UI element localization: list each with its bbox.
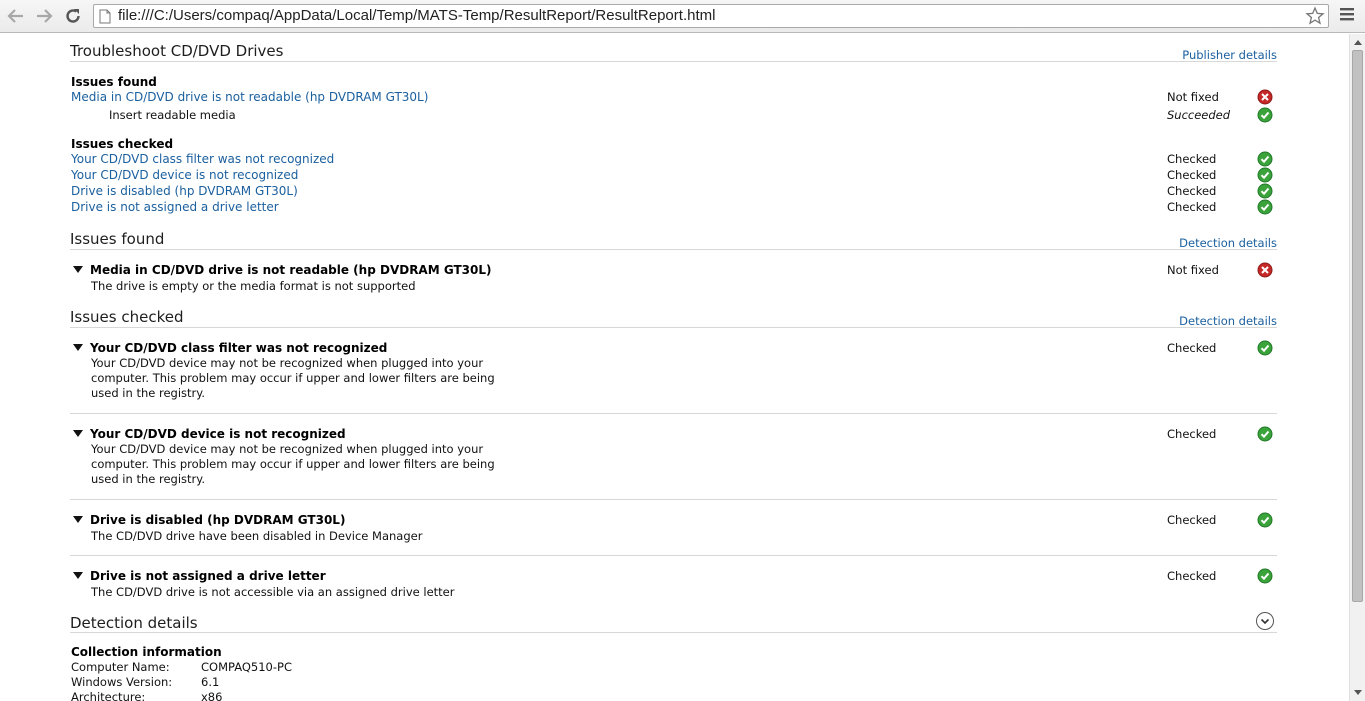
status-text: Checked (1167, 200, 1217, 214)
issues-checked-heading: Issues checked (71, 137, 174, 151)
status-text: Not fixed (1167, 263, 1219, 277)
issues-found-heading: Issues found (71, 75, 157, 89)
status-text: Checked (1167, 184, 1217, 198)
check-icon (1257, 426, 1273, 442)
error-icon (1257, 89, 1273, 105)
issues-found-section-title: Issues found (70, 230, 165, 248)
collapse-triangle-icon[interactable] (73, 516, 83, 523)
bookmark-star-icon[interactable] (1305, 6, 1325, 26)
scroll-thumb[interactable] (1352, 50, 1363, 602)
browser-toolbar: file:///C:/Users/compaq/AppData/Local/Te… (0, 0, 1365, 33)
summary-found-link[interactable]: Media in CD/DVD drive is not readable (h… (71, 90, 428, 104)
collapse-triangle-icon[interactable] (73, 266, 83, 273)
reload-button[interactable] (62, 5, 84, 27)
info-key: Computer Name: (71, 660, 170, 674)
check-icon (1257, 340, 1273, 356)
page-icon (99, 9, 111, 24)
divider (70, 249, 1277, 250)
issue-description: The CD/DVD drive have been disabled in D… (91, 529, 423, 543)
status-text: Checked (1167, 427, 1217, 441)
summary-checked-link[interactable]: Your CD/DVD device is not recognized (71, 168, 298, 182)
expand-chevron-icon[interactable] (1256, 612, 1274, 630)
issues-checked-section-title: Issues checked (70, 308, 184, 326)
publisher-details-link[interactable]: Publisher details (1182, 48, 1277, 62)
summary-checked-link[interactable]: Drive is disabled (hp DVDRAM GT30L) (71, 184, 298, 198)
issue-title[interactable]: Media in CD/DVD drive is not readable (h… (90, 263, 492, 277)
status-text: Not fixed (1167, 90, 1219, 104)
check-icon (1257, 199, 1273, 215)
info-value: x86 (201, 690, 223, 701)
check-icon (1257, 107, 1273, 123)
status-text: Checked (1167, 569, 1217, 583)
issue-description: Your CD/DVD device may not be recognized… (91, 442, 495, 486)
forward-button[interactable] (33, 5, 55, 27)
reload-icon (66, 9, 80, 23)
fix-label: Insert readable media (109, 108, 236, 122)
summary-checked-link[interactable]: Your CD/DVD class filter was not recogni… (71, 152, 334, 166)
divider (70, 499, 1277, 500)
forward-arrow-icon (37, 9, 53, 23)
back-button[interactable] (5, 5, 27, 27)
check-icon (1257, 167, 1273, 183)
menu-icon[interactable] (1339, 6, 1355, 22)
status-text: Checked (1167, 341, 1217, 355)
issue-title[interactable]: Your CD/DVD class filter was not recogni… (90, 341, 387, 355)
collapse-triangle-icon[interactable] (73, 430, 83, 437)
divider (70, 327, 1277, 328)
info-value: COMPAQ510-PC (201, 660, 292, 674)
info-key: Windows Version: (71, 675, 173, 689)
address-bar[interactable]: file:///C:/Users/compaq/AppData/Local/Te… (93, 4, 1329, 28)
issue-description: The CD/DVD drive is not accessible via a… (91, 585, 455, 599)
collapse-triangle-icon[interactable] (73, 344, 83, 351)
detection-details-link[interactable]: Detection details (1179, 314, 1277, 328)
scroll-down-icon[interactable] (1354, 690, 1362, 695)
collection-heading: Collection information (71, 645, 222, 659)
issue-description: Your CD/DVD device may not be recognized… (91, 356, 495, 400)
issue-title[interactable]: Your CD/DVD device is not recognized (90, 427, 346, 441)
summary-checked-link[interactable]: Drive is not assigned a drive letter (71, 200, 279, 214)
detection-details-link[interactable]: Detection details (1179, 236, 1277, 250)
error-icon (1257, 262, 1273, 278)
status-text: Checked (1167, 152, 1217, 166)
status-text: Checked (1167, 513, 1217, 527)
check-icon (1257, 151, 1273, 167)
divider (70, 61, 1277, 62)
detection-details-title: Detection details (70, 614, 198, 632)
vertical-scrollbar[interactable] (1349, 34, 1365, 701)
info-key: Architecture: (71, 690, 146, 701)
issue-description: The drive is empty or the media format i… (91, 279, 416, 293)
back-arrow-icon (7, 9, 23, 23)
report-title: Troubleshoot CD/DVD Drives (70, 42, 284, 60)
check-icon (1257, 568, 1273, 584)
chevron-down-icon (1260, 618, 1270, 625)
divider (70, 413, 1277, 414)
issue-title[interactable]: Drive is not assigned a drive letter (90, 569, 326, 583)
collapse-triangle-icon[interactable] (73, 572, 83, 579)
fix-status: Succeeded (1167, 108, 1231, 122)
status-text: Checked (1167, 168, 1217, 182)
url-text: file:///C:/Users/compaq/AppData/Local/Te… (118, 7, 716, 24)
info-value: 6.1 (201, 675, 220, 689)
divider (70, 555, 1277, 556)
scroll-up-icon[interactable] (1354, 40, 1362, 45)
report-page: Troubleshoot CD/DVD Drives Publisher det… (0, 34, 1349, 701)
issue-title[interactable]: Drive is disabled (hp DVDRAM GT30L) (90, 513, 345, 527)
check-icon (1257, 512, 1273, 528)
divider (70, 632, 1277, 633)
check-icon (1257, 183, 1273, 199)
